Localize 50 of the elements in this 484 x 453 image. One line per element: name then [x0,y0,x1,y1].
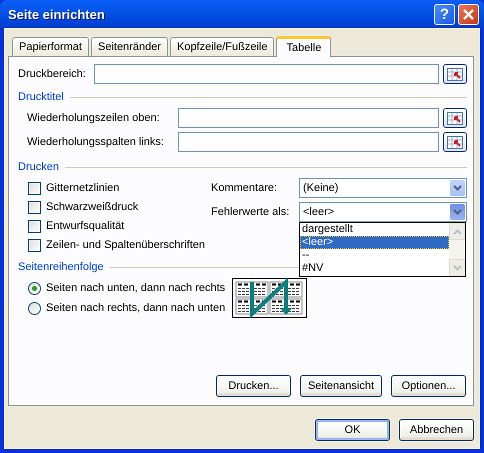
dropdown-option[interactable]: <leer> [300,236,449,249]
section-heading: Drucktitel [18,91,64,103]
dialog-button[interactable]: OK [315,419,390,441]
chevron-down-icon [453,209,462,215]
tab[interactable]: Tabelle [276,36,332,57]
input-field[interactable] [178,132,439,152]
radio-button[interactable] [28,302,41,314]
field-label: Wiederholungsspalten links: [27,136,165,148]
tab[interactable]: Seitenränder [90,37,168,56]
checkbox[interactable] [28,182,41,194]
input-field[interactable] [178,108,439,128]
dialog-button[interactable]: Optionen... [391,375,466,397]
chevron-down-icon [452,264,462,270]
dialog-button[interactable]: Seitenansicht [300,375,382,397]
dropdown-option[interactable]: -- [300,249,449,262]
comments-dropdown[interactable]: (Keine) [299,178,467,198]
chevron-down-icon [453,185,462,191]
checkbox-label: Schwarzweißdruck [46,201,138,213]
chevron-up-icon [452,228,462,234]
range-picker-button[interactable] [443,64,467,84]
window-title: Seite einrichten [8,6,106,22]
section-heading: Seitenreihenfolge [18,261,104,273]
tab[interactable]: Papierformat [12,37,89,56]
help-button[interactable]: ? [434,4,455,24]
error-values-dropdown[interactable]: <leer> [299,202,467,222]
range-picker-button[interactable] [443,132,467,152]
radio-button[interactable] [28,282,41,294]
radio-label: Seiten nach rechts, dann nach unten [46,302,226,314]
checkbox-label: Entwurfsqualität [46,220,124,232]
dropdown-option[interactable]: #NV [300,262,449,275]
checkbox[interactable] [28,238,41,252]
tab[interactable]: Kopfzeile/Fußzeile [170,37,274,56]
checkbox[interactable] [28,200,41,214]
radio-label: Seiten nach unten, dann nach rechts [46,282,226,294]
dialog-button[interactable]: Abbrechen [399,419,474,441]
dropdown-option[interactable]: dargestellt [300,223,449,236]
scrollbar[interactable] [449,223,465,276]
close-button[interactable] [458,4,479,24]
field-label: Kommentare: [211,182,278,194]
field-label: Druckbereich: [18,68,87,80]
section-heading: Drucken [18,161,59,173]
checkbox-label: Zeilen- und Spaltenüberschriften [46,239,205,251]
close-icon [462,8,475,20]
print-area-field[interactable] [94,64,439,84]
field-label: Fehlerwerte als: [211,206,290,218]
field-label: Wiederholungszeilen oben: [27,112,161,124]
dialog-button[interactable]: Drucken... [216,375,291,397]
range-picker-button[interactable] [443,108,467,128]
checkbox[interactable] [28,220,41,232]
checkbox-label: Gitternetzlinien [46,182,120,194]
